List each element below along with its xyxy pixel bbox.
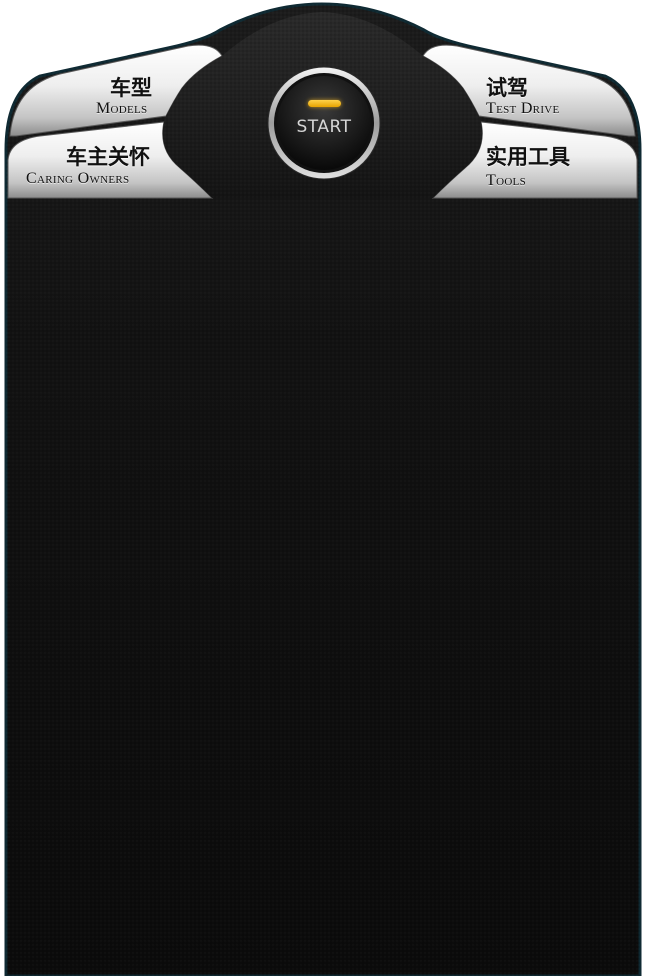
test-drive-label-en: Test Drive [486,100,560,117]
caring-owners-label-en: Caring Owners [26,170,130,187]
models-button[interactable]: 车型 Models [20,70,170,126]
tools-label-en: Tools [486,172,526,189]
test-drive-button[interactable]: 试驾 Test Drive [478,70,628,126]
start-button[interactable]: START [268,67,380,179]
led-indicator-icon [308,100,341,107]
models-label-en: Models [96,100,148,117]
caring-owners-button[interactable]: 车主关怀 Caring Owners [12,140,172,196]
tools-label-cn: 实用工具 [486,145,570,169]
caring-owners-label-cn: 车主关怀 [66,145,150,169]
start-label: START [296,117,352,137]
models-label-cn: 车型 [110,76,152,100]
test-drive-label-cn: 试驾 [486,76,528,100]
tools-button[interactable]: 实用工具 Tools [478,140,628,196]
app-panel: START 车型 Models 车主关怀 Caring Owners 试驾 Te… [0,0,645,976]
